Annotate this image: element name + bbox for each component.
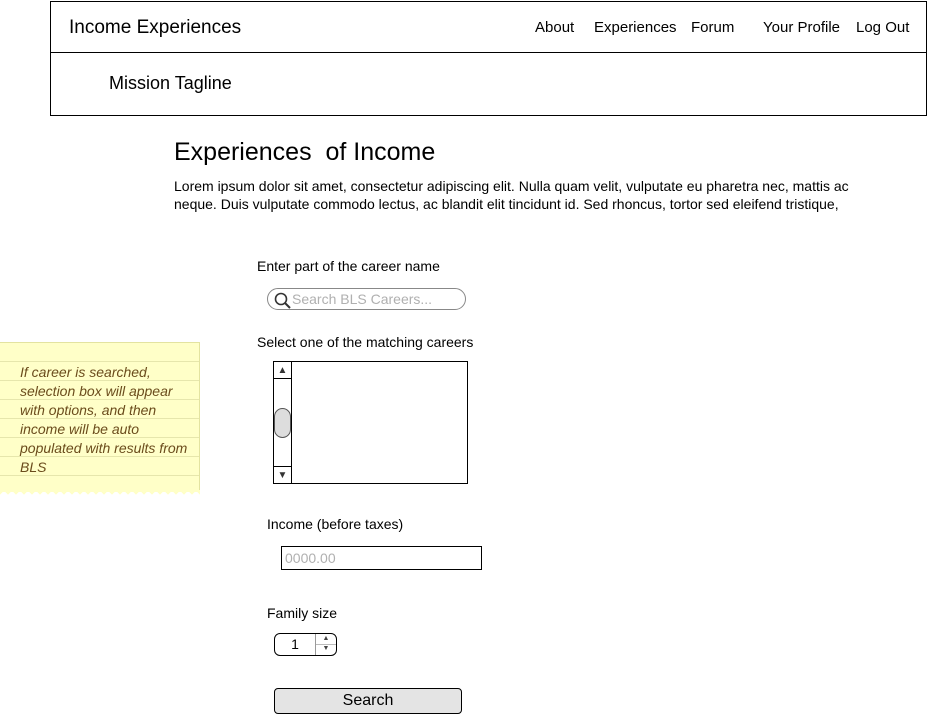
career-search-box[interactable] — [267, 288, 466, 310]
sticky-note-text: If career is searched, selection box wil… — [20, 364, 188, 475]
site-title[interactable]: Income Experiences — [69, 17, 241, 39]
nav-about[interactable]: About — [535, 19, 574, 36]
family-size-stepper[interactable]: 1 ▲ ▼ — [274, 633, 337, 656]
career-select-listbox[interactable]: ▲ ▼ — [273, 361, 468, 484]
intro-paragraph: Lorem ipsum dolor sit amet, consectetur … — [174, 178, 849, 212]
sticky-note-edge — [0, 490, 200, 496]
chevron-down-icon[interactable]: ▼ — [316, 644, 336, 654]
search-icon — [274, 292, 292, 310]
nav-experiences[interactable]: Experiences — [594, 19, 677, 36]
nav-log-out[interactable]: Log Out — [856, 19, 909, 36]
site-header: Income Experiences About Experiences For… — [50, 1, 927, 116]
arrow-down-icon[interactable]: ▼ — [274, 466, 291, 483]
stepper-buttons: ▲ ▼ — [315, 634, 336, 655]
arrow-up-icon[interactable]: ▲ — [274, 362, 291, 379]
career-select-label: Select one of the matching careers — [257, 334, 474, 350]
sticky-note: If career is searched, selection box wil… — [0, 342, 200, 492]
scroll-thumb[interactable] — [274, 408, 291, 438]
career-search-input[interactable] — [292, 291, 457, 307]
nav-forum[interactable]: Forum — [691, 19, 734, 36]
search-button[interactable]: Search — [274, 688, 462, 714]
nav-your-profile[interactable]: Your Profile — [763, 19, 840, 36]
page-title: Experiences of Income — [174, 138, 436, 166]
listbox-scrollbar[interactable]: ▲ ▼ — [274, 362, 292, 483]
header-divider — [51, 52, 926, 53]
income-input[interactable] — [281, 546, 482, 570]
family-size-label: Family size — [267, 605, 338, 621]
mission-tagline: Mission Tagline — [109, 73, 232, 93]
family-size-value[interactable]: 1 — [275, 636, 315, 652]
income-label: Income (before taxes) — [267, 516, 404, 532]
career-search-label: Enter part of the career name — [257, 258, 440, 274]
